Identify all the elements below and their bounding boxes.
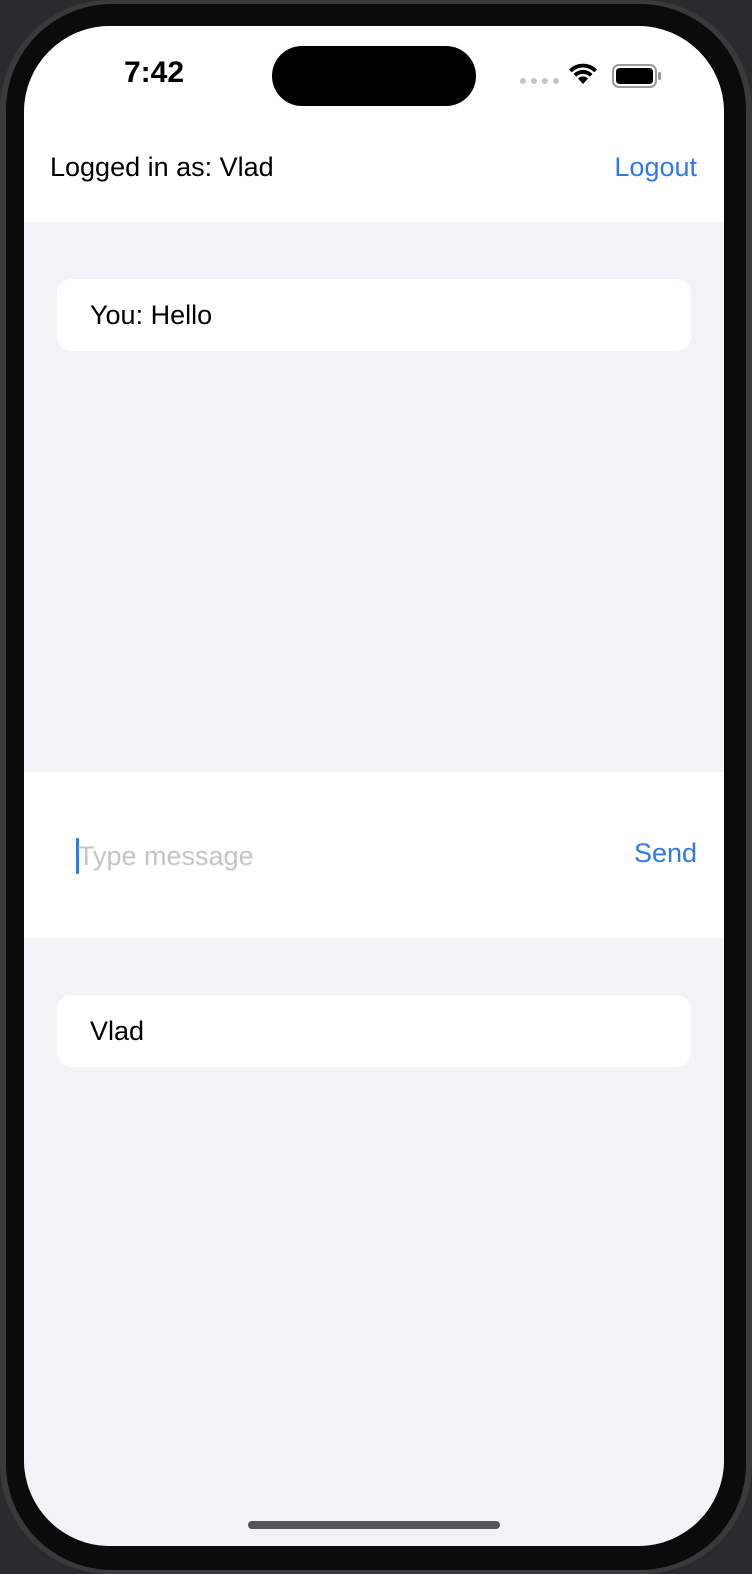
logout-button[interactable]: Logout	[614, 152, 697, 183]
battery-icon	[612, 64, 661, 88]
logged-in-label: Logged in as: Vlad	[50, 152, 274, 182]
home-indicator[interactable]	[248, 1521, 500, 1529]
message-text: You: Hello	[90, 300, 213, 330]
status-bar: 7:42	[24, 26, 724, 126]
users-list: Vlad	[24, 938, 724, 1546]
message-input[interactable]	[78, 836, 598, 876]
user-name: Vlad	[90, 1016, 145, 1046]
list-item: Vlad	[57, 995, 691, 1067]
messages-list: You: Hello	[24, 222, 724, 772]
desktop-background: 7:42 Logged in as: Vlad Logout You: Hell…	[0, 0, 752, 1574]
status-time: 7:42	[124, 56, 185, 89]
dynamic-island	[272, 46, 476, 106]
app-header: Logged in as: Vlad Logout	[24, 126, 724, 222]
list-item: You: Hello	[57, 279, 691, 351]
send-button[interactable]: Send	[634, 838, 697, 869]
signal-dots-icon	[520, 78, 559, 84]
message-composer: Send	[24, 772, 724, 938]
app-screen: 7:42 Logged in as: Vlad Logout You: Hell…	[24, 26, 724, 1546]
wifi-icon	[569, 63, 597, 84]
